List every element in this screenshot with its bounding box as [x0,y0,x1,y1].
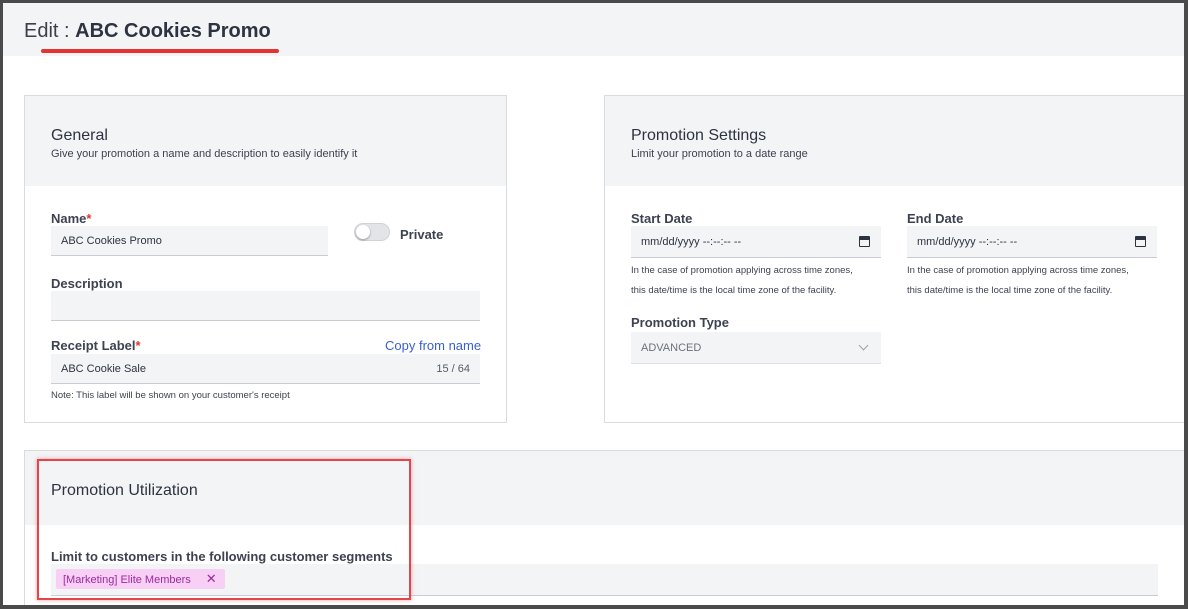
copy-from-name-link[interactable]: Copy from name [385,338,481,353]
start-tz-note: In the case of promotion applying across… [631,261,853,301]
description-label: Description [51,276,123,291]
calendar-icon[interactable] [1135,236,1146,247]
promotion-type-value: ADVANCED [641,342,702,354]
settings-card-header: Promotion Settings Limit your promotion … [605,96,1184,186]
receipt-label-input[interactable]: ABC Cookie Sale 15 / 64 [51,354,480,384]
utilization-highlight-annotation [37,459,411,600]
receipt-label: Receipt Label* [51,338,141,353]
general-card-header: General Give your promotion a name and d… [25,96,506,186]
app-frame: Edit : ABC Cookies Promo General Give yo… [0,0,1188,609]
required-mark: * [86,211,92,226]
title-underline-annotation [41,49,279,53]
promotion-type-label: Promotion Type [631,315,729,330]
settings-title: Promotion Settings [631,127,767,144]
receipt-label-value: ABC Cookie Sale [61,363,146,375]
receipt-label-text: Receipt Label [51,338,136,353]
start-tz-note-line2: this date/time is the local time zone of… [631,285,837,296]
receipt-char-counter: 15 / 64 [436,363,470,375]
general-title: General [51,127,108,144]
name-label: Name* [51,211,91,226]
name-label-text: Name [51,211,87,226]
end-date-placeholder: mm/dd/yyyy --:--:-- -- [917,236,1018,248]
start-date-label: Start Date [631,211,693,226]
required-mark: * [135,338,141,353]
end-date-label: End Date [907,211,964,226]
page-title-name: ABC Cookies Promo [75,20,271,42]
private-toggle[interactable] [354,223,390,241]
private-toggle-knob [356,225,370,239]
name-input[interactable]: ABC Cookies Promo [51,226,328,256]
private-label: Private [400,227,444,242]
promotion-settings-card: Promotion Settings Limit your promotion … [604,95,1184,423]
end-tz-note: In the case of promotion applying across… [907,261,1129,301]
settings-subtitle: Limit your promotion to a date range [631,148,808,160]
receipt-note: Note: This label will be shown on your c… [51,390,290,401]
promotion-type-select[interactable]: ADVANCED [631,332,881,364]
start-date-input[interactable]: mm/dd/yyyy --:--:-- -- [631,226,881,258]
end-tz-note-line1: In the case of promotion applying across… [907,265,1129,276]
general-card: General Give your promotion a name and d… [24,95,507,423]
end-tz-note-line2: this date/time is the local time zone of… [907,285,1113,296]
calendar-icon[interactable] [859,236,870,247]
page-title-prefix: Edit : [24,20,76,42]
chevron-down-icon [858,340,869,351]
description-input[interactable] [51,291,480,321]
name-input-value: ABC Cookies Promo [61,235,162,247]
start-tz-note-line1: In the case of promotion applying across… [631,265,853,276]
page-title: Edit : ABC Cookies Promo [24,20,271,43]
general-subtitle: Give your promotion a name and descripti… [51,148,358,160]
end-date-input[interactable]: mm/dd/yyyy --:--:-- -- [907,226,1157,258]
start-date-placeholder: mm/dd/yyyy --:--:-- -- [641,236,742,248]
